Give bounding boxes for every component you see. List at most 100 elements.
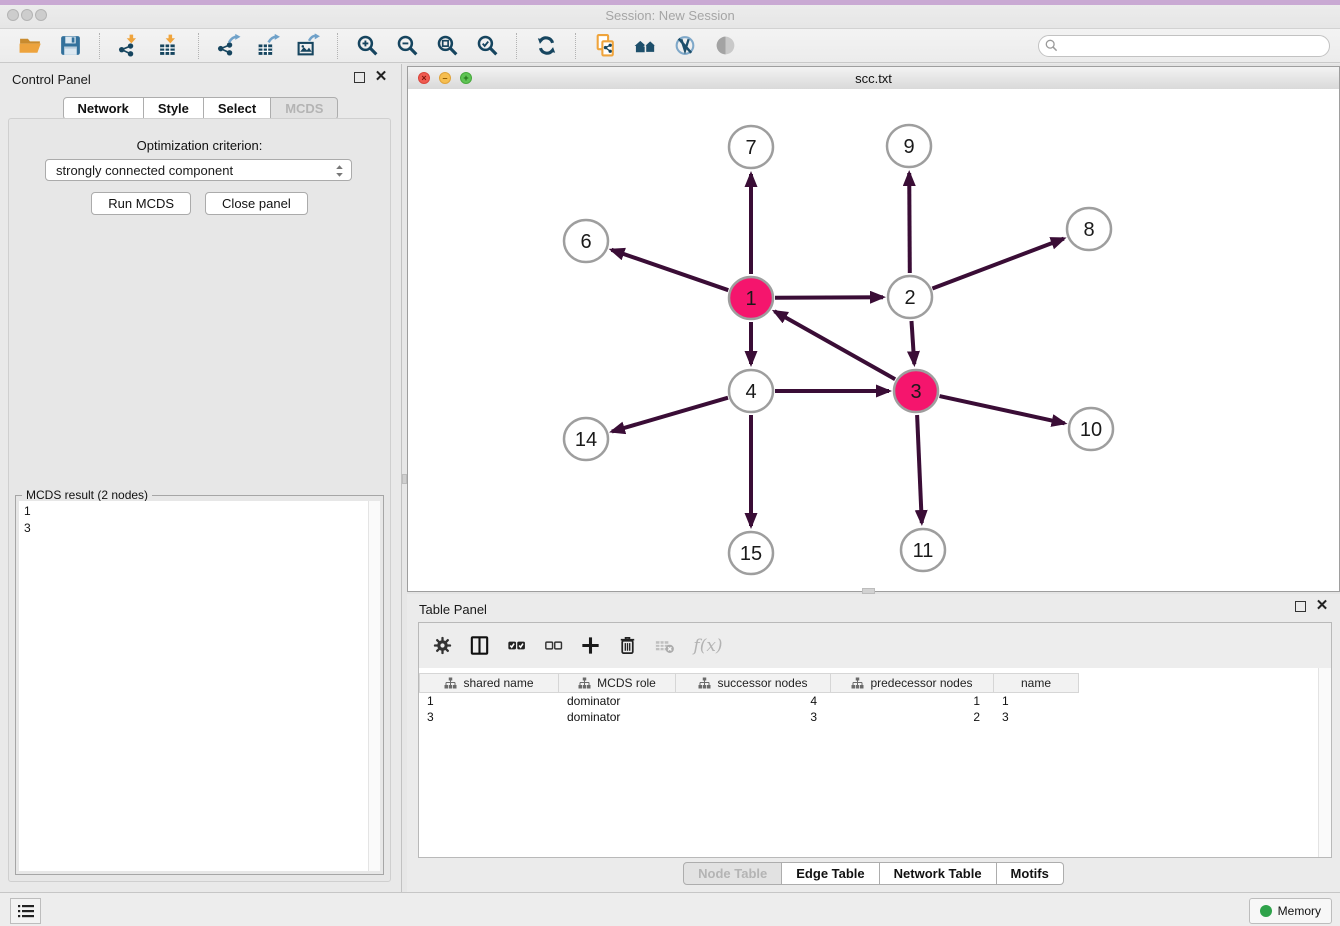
add-column-button[interactable]: [575, 631, 605, 661]
deselect-all-icon: [542, 634, 565, 657]
import-network-button[interactable]: [109, 31, 149, 61]
close-table-panel-icon[interactable]: ✕: [1314, 597, 1330, 615]
import-network-icon: [117, 33, 142, 58]
close-panel-icon[interactable]: ✕: [373, 68, 389, 86]
graph-node-9[interactable]: 9: [887, 125, 931, 167]
tab-network[interactable]: Network: [63, 97, 144, 120]
float-panel-icon[interactable]: [354, 72, 365, 83]
tab-mcds[interactable]: MCDS: [271, 97, 338, 120]
deselect-all-columns-button[interactable]: [538, 631, 568, 661]
column-header[interactable]: MCDS role: [559, 673, 676, 693]
criterion-select[interactable]: strongly connected component: [45, 159, 352, 181]
mcds-buttons: Run MCDS Close panel: [9, 192, 390, 215]
zoom-fit-icon: [435, 33, 460, 58]
tab-motifs[interactable]: Motifs: [997, 862, 1064, 885]
vizmapper-button[interactable]: [665, 31, 705, 61]
svg-text:1: 1: [745, 288, 756, 310]
delete-table-button[interactable]: [649, 631, 679, 661]
node-table-box: f(x) shared nameMCDS rolesuccessor nodes…: [418, 622, 1332, 858]
run-mcds-button[interactable]: Run MCDS: [91, 192, 191, 215]
mcds-result-text: 1 3: [24, 503, 31, 537]
open-file-button[interactable]: [10, 31, 50, 61]
network-from-selection-button[interactable]: [585, 31, 625, 61]
zoom-selected-button[interactable]: [467, 31, 507, 61]
result-scrollbar[interactable]: [368, 501, 380, 871]
first-neighbors-button[interactable]: [625, 31, 665, 61]
export-network-icon: [216, 33, 241, 58]
tab-node-table[interactable]: Node Table: [683, 862, 782, 885]
zoom-fit-button[interactable]: [427, 31, 467, 61]
export-image-icon: [296, 33, 321, 58]
session-title: Session: New Session: [0, 8, 1340, 23]
tab-edge-table[interactable]: Edge Table: [782, 862, 879, 885]
tab-network-table[interactable]: Network Table: [880, 862, 997, 885]
graph-node-8[interactable]: 8: [1067, 208, 1111, 250]
graph-node-6[interactable]: 6: [564, 220, 608, 262]
graph-node-1[interactable]: 1: [729, 277, 773, 319]
export-image-button[interactable]: [288, 31, 328, 61]
node-table-body[interactable]: 1dominator4113dominator323: [419, 693, 1319, 857]
svg-text:8: 8: [1083, 219, 1094, 241]
tab-select[interactable]: Select: [204, 97, 271, 120]
svg-text:7: 7: [745, 137, 756, 159]
eye-icon: [713, 33, 738, 58]
zoom-out-button[interactable]: [387, 31, 427, 61]
control-panel-header: Control Panel ✕: [0, 64, 401, 94]
table-tabs: Node Table Edge Table Network Table Moti…: [407, 862, 1340, 886]
save-session-button[interactable]: [50, 31, 90, 61]
column-header[interactable]: name: [994, 673, 1079, 693]
search-input[interactable]: [1038, 35, 1330, 57]
float-table-panel-icon[interactable]: [1295, 601, 1306, 612]
column-header[interactable]: predecessor nodes: [831, 673, 994, 693]
memory-label: Memory: [1278, 904, 1321, 918]
network-canvas[interactable]: 7 9 6 8 1 2 4 3 14 10 15 11: [408, 89, 1339, 591]
tab-style[interactable]: Style: [144, 97, 204, 120]
table-row[interactable]: 1dominator411: [419, 693, 1319, 709]
graph-node-3[interactable]: 3: [894, 370, 938, 412]
graph-node-14[interactable]: 14: [564, 418, 608, 460]
show-columns-button[interactable]: [464, 631, 494, 661]
mcds-result-area[interactable]: 1 3: [19, 501, 380, 871]
graph-node-7[interactable]: 7: [729, 126, 773, 168]
function-builder-button[interactable]: f(x): [686, 631, 730, 661]
criterion-value: strongly connected component: [56, 163, 233, 178]
graph-node-10[interactable]: 10: [1069, 408, 1113, 450]
memory-button[interactable]: Memory: [1249, 898, 1332, 924]
select-all-columns-button[interactable]: [501, 631, 531, 661]
import-table-button[interactable]: [149, 31, 189, 61]
delete-columns-button[interactable]: [612, 631, 642, 661]
status-bar: Memory: [0, 892, 1340, 926]
network-svg[interactable]: 7 9 6 8 1 2 4 3 14 10 15 11: [408, 89, 1339, 591]
mcds-result-groupbox: MCDS result (2 nodes) 1 3: [15, 495, 384, 875]
table-settings-button[interactable]: [427, 631, 457, 661]
toolbar-separator: [337, 33, 338, 59]
save-icon: [58, 33, 83, 58]
toolbar-separator: [198, 33, 199, 59]
apply-layout-button[interactable]: [526, 31, 566, 61]
network-window: × – + scc.txt 7968124314101511: [407, 66, 1340, 592]
column-header[interactable]: shared name: [419, 673, 559, 693]
table-scrollbar[interactable]: [1318, 668, 1331, 857]
close-panel-button[interactable]: Close panel: [205, 192, 308, 215]
export-network-button[interactable]: [208, 31, 248, 61]
attribute-icon: [698, 677, 711, 689]
graph-node-11[interactable]: 11: [901, 529, 945, 571]
table-panel-title: Table Panel: [419, 602, 487, 617]
graphics-details-button[interactable]: [705, 31, 745, 61]
table-panel-header: Table Panel ✕: [407, 594, 1340, 620]
vizmapper-icon: [673, 33, 698, 58]
graph-node-15[interactable]: 15: [729, 532, 773, 574]
plus-icon: [579, 634, 602, 657]
show-panels-button[interactable]: [10, 898, 41, 924]
export-table-button[interactable]: [248, 31, 288, 61]
houses-icon: [633, 33, 658, 58]
svg-text:2: 2: [904, 287, 915, 309]
zoom-in-button[interactable]: [347, 31, 387, 61]
mcds-result-title: MCDS result (2 nodes): [22, 488, 152, 502]
graph-node-4[interactable]: 4: [729, 370, 773, 412]
memory-status-icon: [1260, 905, 1272, 917]
graph-node-2[interactable]: 2: [888, 276, 932, 318]
column-header[interactable]: successor nodes: [676, 673, 831, 693]
search-field: [1038, 35, 1330, 57]
table-row[interactable]: 3dominator323: [419, 709, 1319, 725]
